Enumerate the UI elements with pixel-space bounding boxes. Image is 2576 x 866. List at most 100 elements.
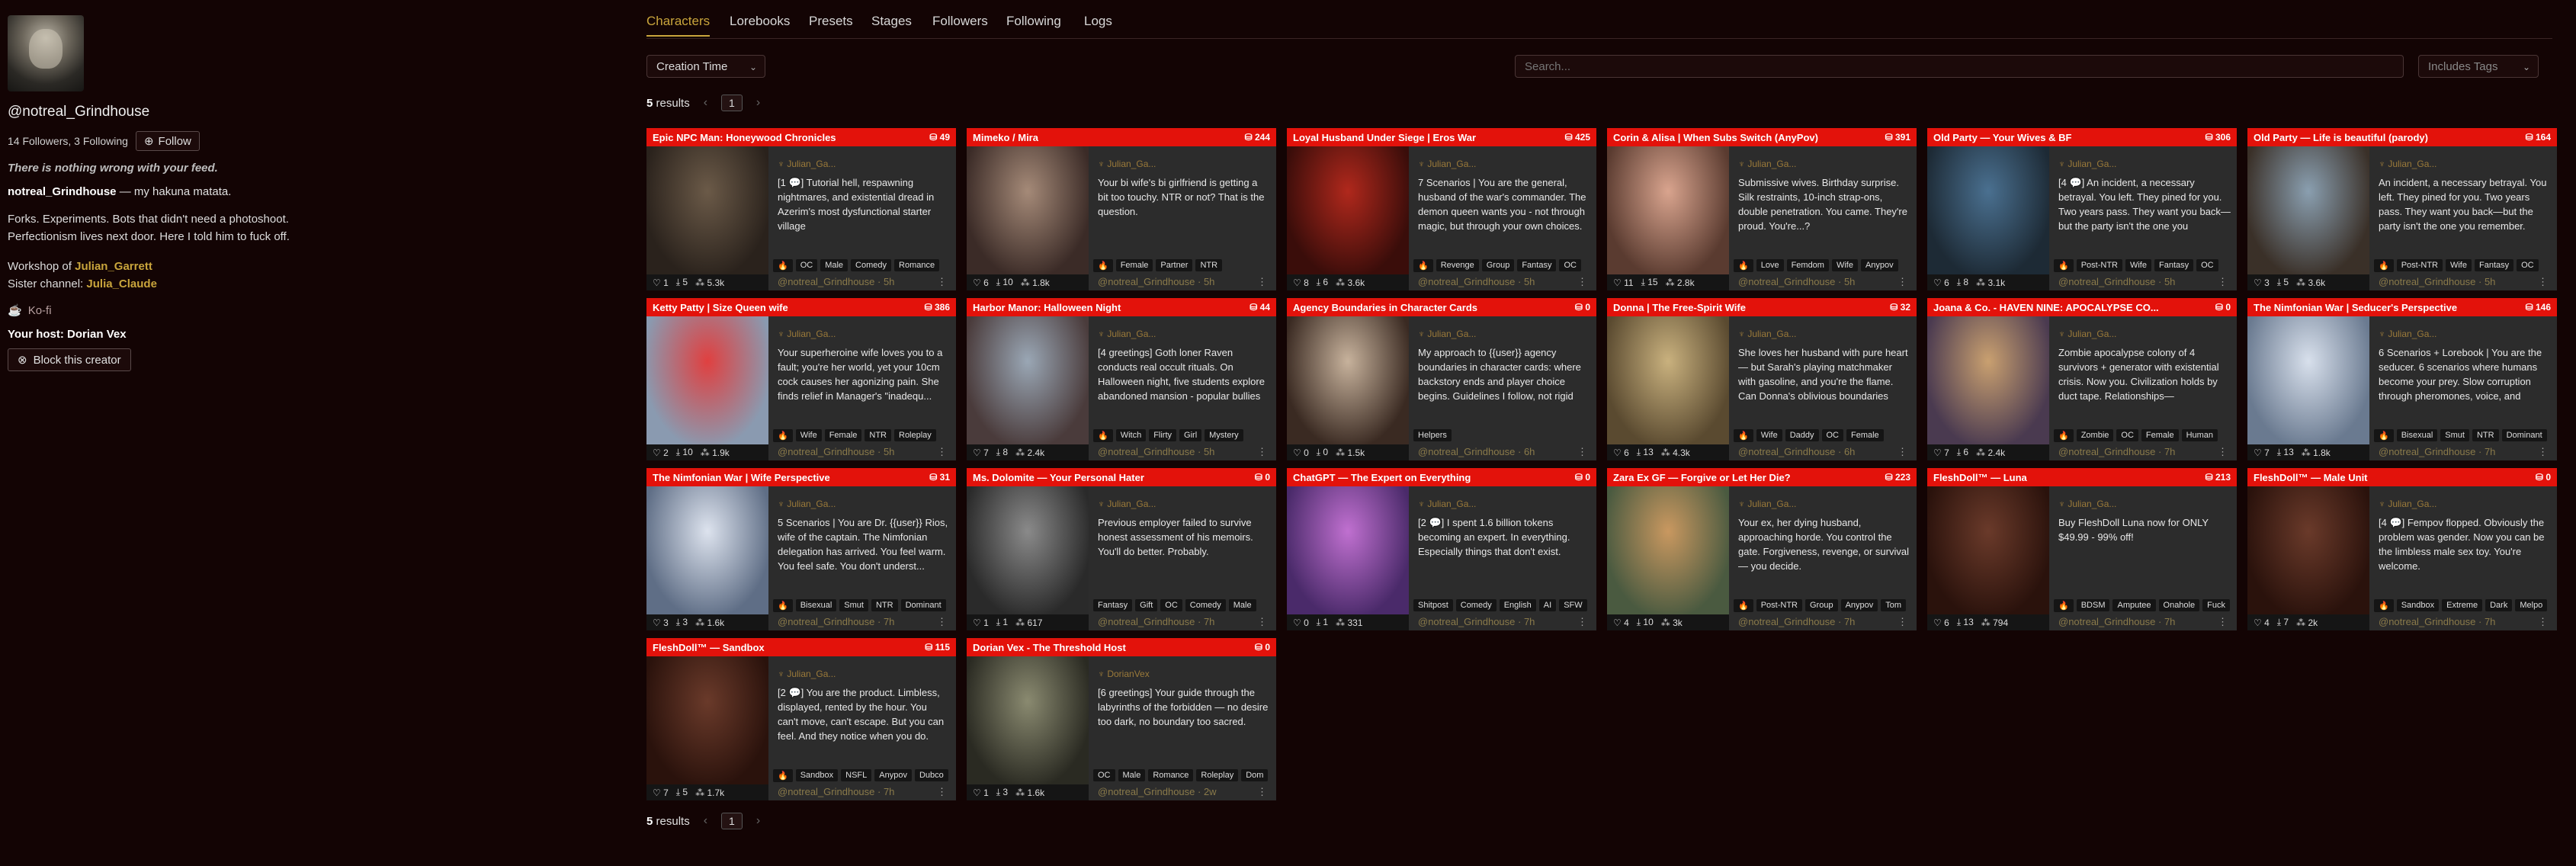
tag-chip[interactable]: OC (1160, 599, 1182, 611)
more-options-icon[interactable]: ⋮ (1257, 276, 1267, 288)
card-footer[interactable]: @notreal_Grindhouse · 6h (1738, 446, 1855, 457)
character-card[interactable]: Old Party — Life is beautiful (parody) ⛁… (2247, 128, 2557, 290)
tag-chip[interactable]: Zombie (2076, 429, 2114, 441)
more-options-icon[interactable]: ⋮ (1898, 616, 1907, 628)
character-card[interactable]: FleshDoll™ — Sandbox ⛁ 115 ♡ 7 ⤓ 5 ⁂ 1.7… (646, 638, 956, 800)
tag-chip[interactable]: OC (1559, 259, 1581, 271)
card-author[interactable]: ♆ Julian_Ga... (1738, 329, 1796, 339)
card-thumbnail[interactable] (1607, 316, 1729, 444)
tag-chip[interactable]: Romance (894, 259, 940, 271)
tag-chip[interactable]: 🔥 (2054, 258, 2074, 272)
card-author[interactable]: ♆ Julian_Ga... (2058, 159, 2116, 169)
card-thumbnail[interactable] (967, 656, 1089, 784)
character-card[interactable]: Mimeko / Mira ⛁ 244 ♡ 6 ⤓ 10 ⁂ 1.8k ♆ Ju… (967, 128, 1276, 290)
tag-chip[interactable]: Male (1118, 769, 1146, 781)
workshop-link[interactable]: Julian_Garrett (75, 260, 152, 273)
follow-button[interactable]: ⊕ Follow (135, 131, 200, 151)
block-creator-button[interactable]: ⊗ Block this creator (8, 348, 131, 371)
tag-chip[interactable]: Dark (2485, 599, 2513, 611)
card-author[interactable]: ♆ Julian_Ga... (1418, 159, 1476, 169)
card-footer[interactable]: @notreal_Grindhouse · 5h (778, 446, 894, 457)
page-number[interactable]: 1 (721, 813, 743, 829)
card-footer[interactable]: @notreal_Grindhouse · 5h (1098, 276, 1214, 287)
tag-chip[interactable]: Amputee (2112, 599, 2156, 611)
tag-chip[interactable]: 🔥 (1734, 598, 1753, 612)
tag-chip[interactable]: OC (2196, 259, 2218, 271)
card-thumbnail[interactable] (2247, 146, 2369, 274)
character-card[interactable]: Joana & Co. - HAVEN NINE: APOCALYPSE CO.… (1927, 298, 2237, 460)
tag-chip[interactable]: Human (2181, 429, 2218, 441)
card-thumbnail[interactable] (1927, 316, 2049, 444)
card-footer[interactable]: @notreal_Grindhouse · 2w (1098, 786, 1217, 797)
character-card[interactable]: Zara Ex GF — Forgive or Let Her Die? ⛁ 2… (1607, 468, 1917, 630)
tag-chip[interactable]: Fantasy (2154, 259, 2194, 271)
card-footer[interactable]: @notreal_Grindhouse · 5h (1738, 276, 1855, 287)
card-header[interactable]: Dorian Vex - The Threshold Host ⛁ 0 (967, 638, 1276, 656)
tag-chip[interactable]: Anypov (1860, 259, 1898, 271)
card-author[interactable]: ♆ Julian_Ga... (1098, 329, 1156, 339)
tag-chip[interactable]: 🔥 (773, 428, 793, 442)
tag-chip[interactable]: Wife (2125, 259, 2151, 271)
tag-chip[interactable]: Fantasy (1517, 259, 1557, 271)
card-header[interactable]: Harbor Manor: Halloween Night ⛁ 44 (967, 298, 1276, 316)
tag-chip[interactable]: NTR (865, 429, 891, 441)
character-card[interactable]: ChatGPT — The Expert on Everything ⛁ 0 ♡… (1287, 468, 1596, 630)
tab-following[interactable]: Following (1006, 14, 1061, 35)
tag-chip[interactable]: Wife (1756, 429, 1782, 441)
card-thumbnail[interactable] (1927, 146, 2049, 274)
tag-chip[interactable]: Sandbox (795, 769, 839, 781)
card-thumbnail[interactable] (1287, 316, 1409, 444)
tag-chip[interactable]: Witch (1115, 429, 1147, 441)
card-header[interactable]: FleshDoll™ — Sandbox ⛁ 115 (646, 638, 956, 656)
card-header[interactable]: Joana & Co. - HAVEN NINE: APOCALYPSE CO.… (1927, 298, 2237, 316)
more-options-icon[interactable]: ⋮ (2538, 446, 2548, 458)
card-author[interactable]: ♆ Julian_Ga... (1418, 499, 1476, 509)
tag-chip[interactable]: Extreme (2442, 599, 2483, 611)
more-options-icon[interactable]: ⋮ (1577, 446, 1587, 458)
tag-chip[interactable]: NTR (2472, 429, 2499, 441)
tag-chip[interactable]: 🔥 (773, 258, 793, 272)
tag-chip[interactable]: 🔥 (2374, 258, 2394, 272)
card-author[interactable]: ♆ Julian_Ga... (2379, 499, 2436, 509)
card-title[interactable]: The Nimfonian War | Seducer's Perspectiv… (2254, 302, 2497, 313)
more-options-icon[interactable]: ⋮ (2218, 446, 2228, 458)
card-thumbnail[interactable] (1607, 486, 1729, 614)
tag-chip[interactable]: Mystery (1205, 429, 1243, 441)
tag-chip[interactable]: 🔥 (2374, 428, 2394, 442)
card-footer[interactable]: @notreal_Grindhouse · 5h (778, 276, 894, 287)
search-input[interactable] (1515, 55, 2404, 78)
tag-chip[interactable]: Post-NTR (2396, 259, 2443, 271)
more-options-icon[interactable]: ⋮ (2218, 616, 2228, 628)
card-title[interactable]: Corin & Alisa | When Subs Switch (AnyPov… (1613, 132, 1857, 143)
more-options-icon[interactable]: ⋮ (1577, 276, 1587, 288)
tag-chip[interactable]: Dom (1241, 769, 1269, 781)
card-footer[interactable]: @notreal_Grindhouse · 5h (1098, 446, 1214, 457)
card-title[interactable]: Old Party — Life is beautiful (parody) (2254, 132, 2497, 143)
tag-chip[interactable]: Bisexual (2396, 429, 2438, 441)
tag-chip[interactable]: 🔥 (1734, 428, 1753, 442)
tag-chip[interactable]: 🔥 (2054, 428, 2074, 442)
card-thumbnail[interactable] (967, 146, 1089, 274)
next-page-button[interactable]: › (756, 814, 760, 828)
tag-chip[interactable]: Comedy (851, 259, 892, 271)
tag-chip[interactable]: Comedy (1455, 599, 1497, 611)
card-header[interactable]: Old Party — Your Wives & BF ⛁ 306 (1927, 128, 2237, 146)
tag-chip[interactable]: NTR (871, 599, 898, 611)
card-title[interactable]: Old Party — Your Wives & BF (1933, 132, 2177, 143)
card-title[interactable]: FleshDoll™ — Luna (1933, 472, 2177, 483)
card-thumbnail[interactable] (1287, 486, 1409, 614)
card-header[interactable]: FleshDoll™ — Male Unit ⛁ 0 (2247, 468, 2557, 486)
tag-chip[interactable]: Sandbox (2396, 599, 2440, 611)
tag-chip[interactable]: OC (795, 259, 818, 271)
tag-chip[interactable]: Anypov (874, 769, 912, 781)
tag-chip[interactable]: 🔥 (773, 598, 793, 612)
character-card[interactable]: Ketty Patty | Size Queen wife ⛁ 386 ♡ 2 … (646, 298, 956, 460)
tag-chip[interactable]: Onahole (2158, 599, 2200, 611)
avatar[interactable] (8, 15, 84, 91)
tag-chip[interactable]: Girl (1179, 429, 1202, 441)
more-options-icon[interactable]: ⋮ (937, 276, 947, 288)
card-thumbnail[interactable] (2247, 316, 2369, 444)
card-author[interactable]: ♆ Julian_Ga... (2058, 329, 2116, 339)
tag-chip[interactable]: 🔥 (773, 768, 793, 782)
tag-chip[interactable]: Wife (2445, 259, 2472, 271)
